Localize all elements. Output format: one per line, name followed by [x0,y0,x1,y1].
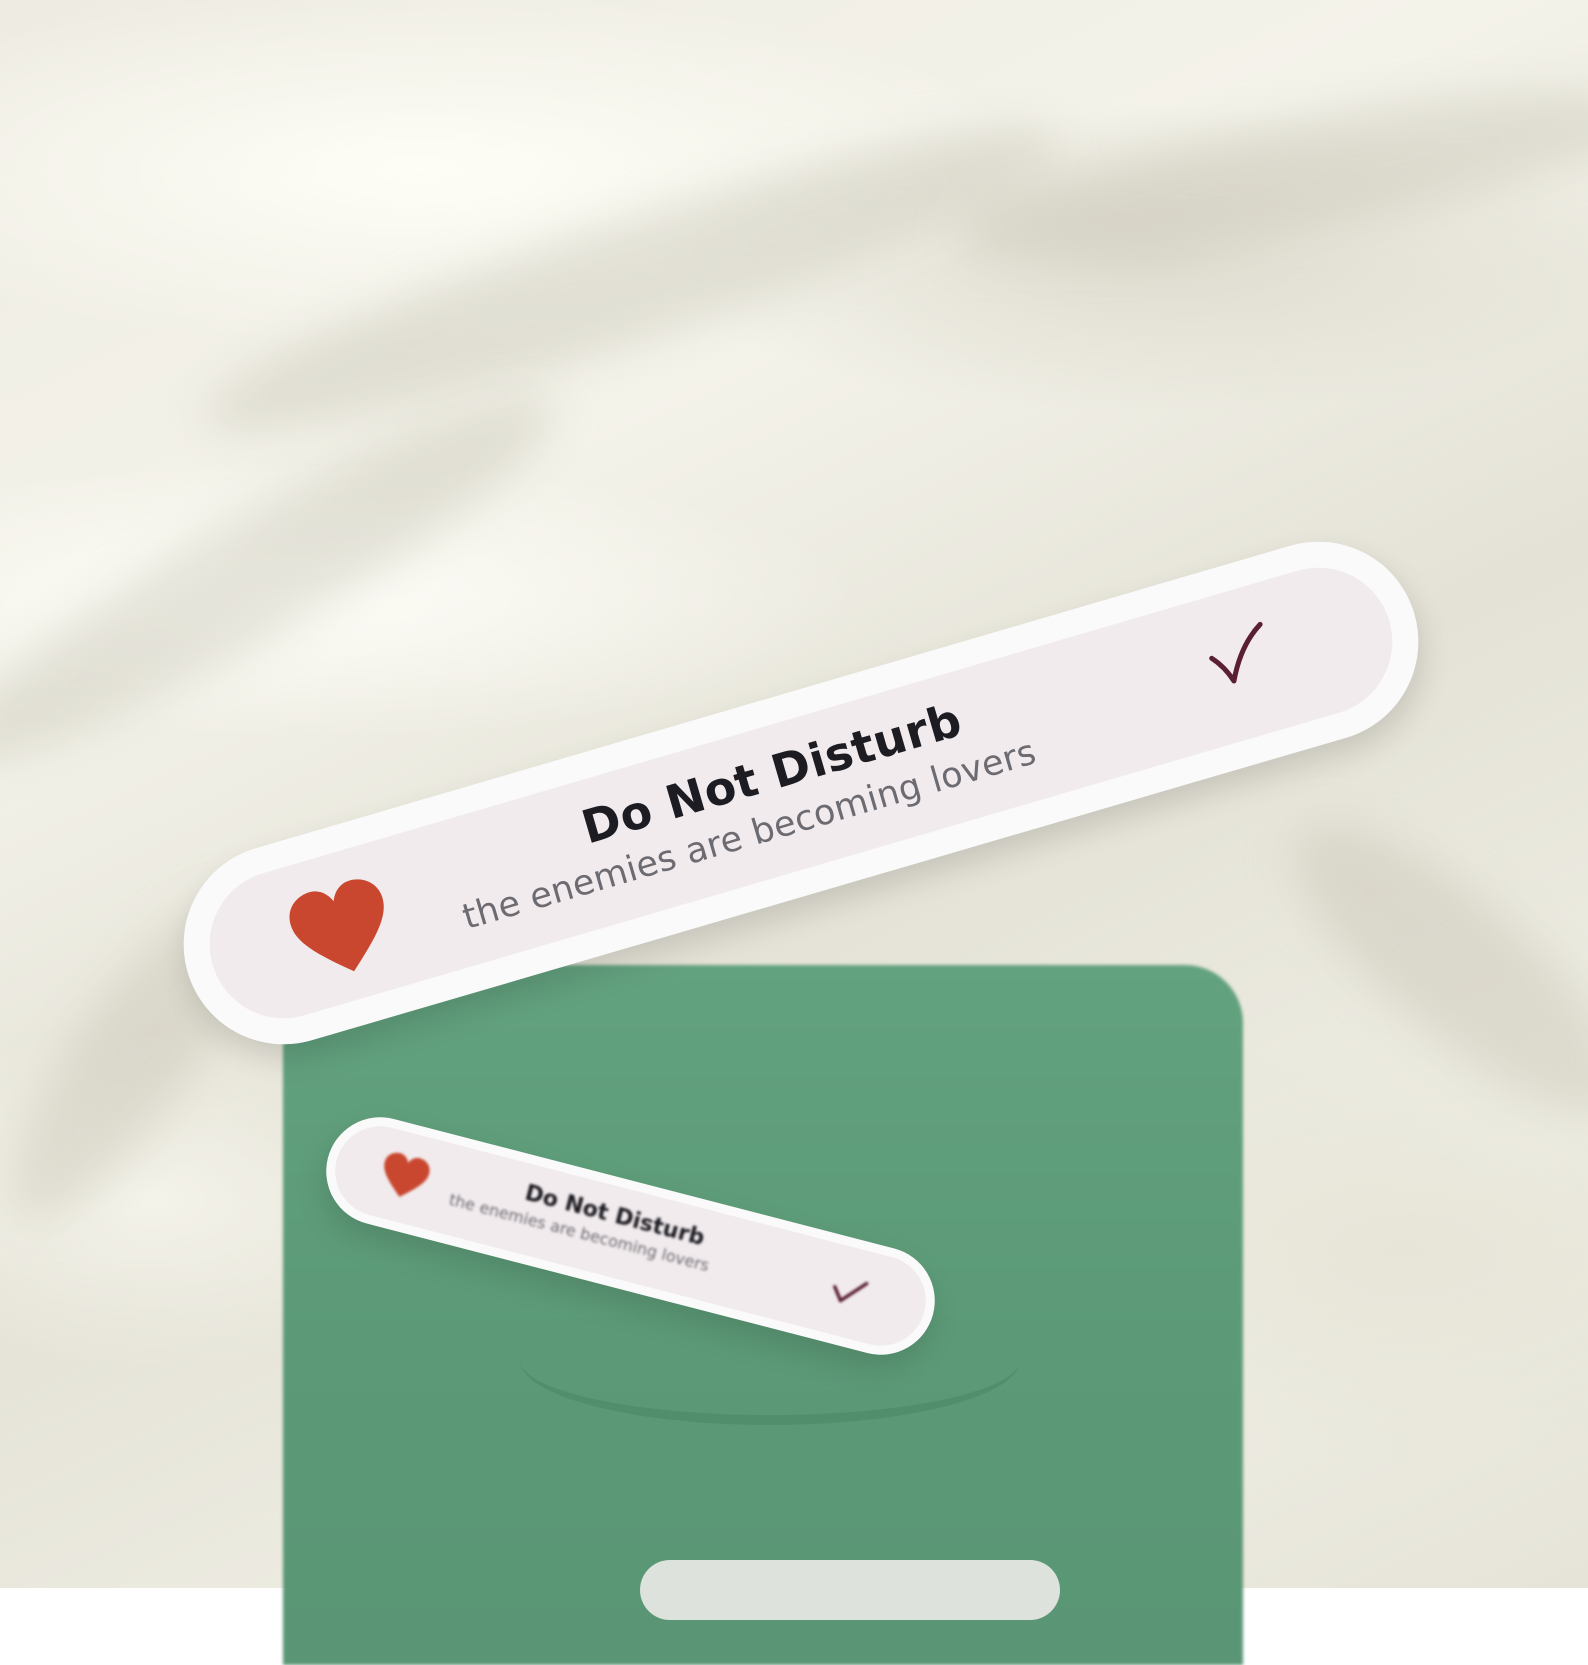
ereader-bottom-card [640,1560,1060,1620]
